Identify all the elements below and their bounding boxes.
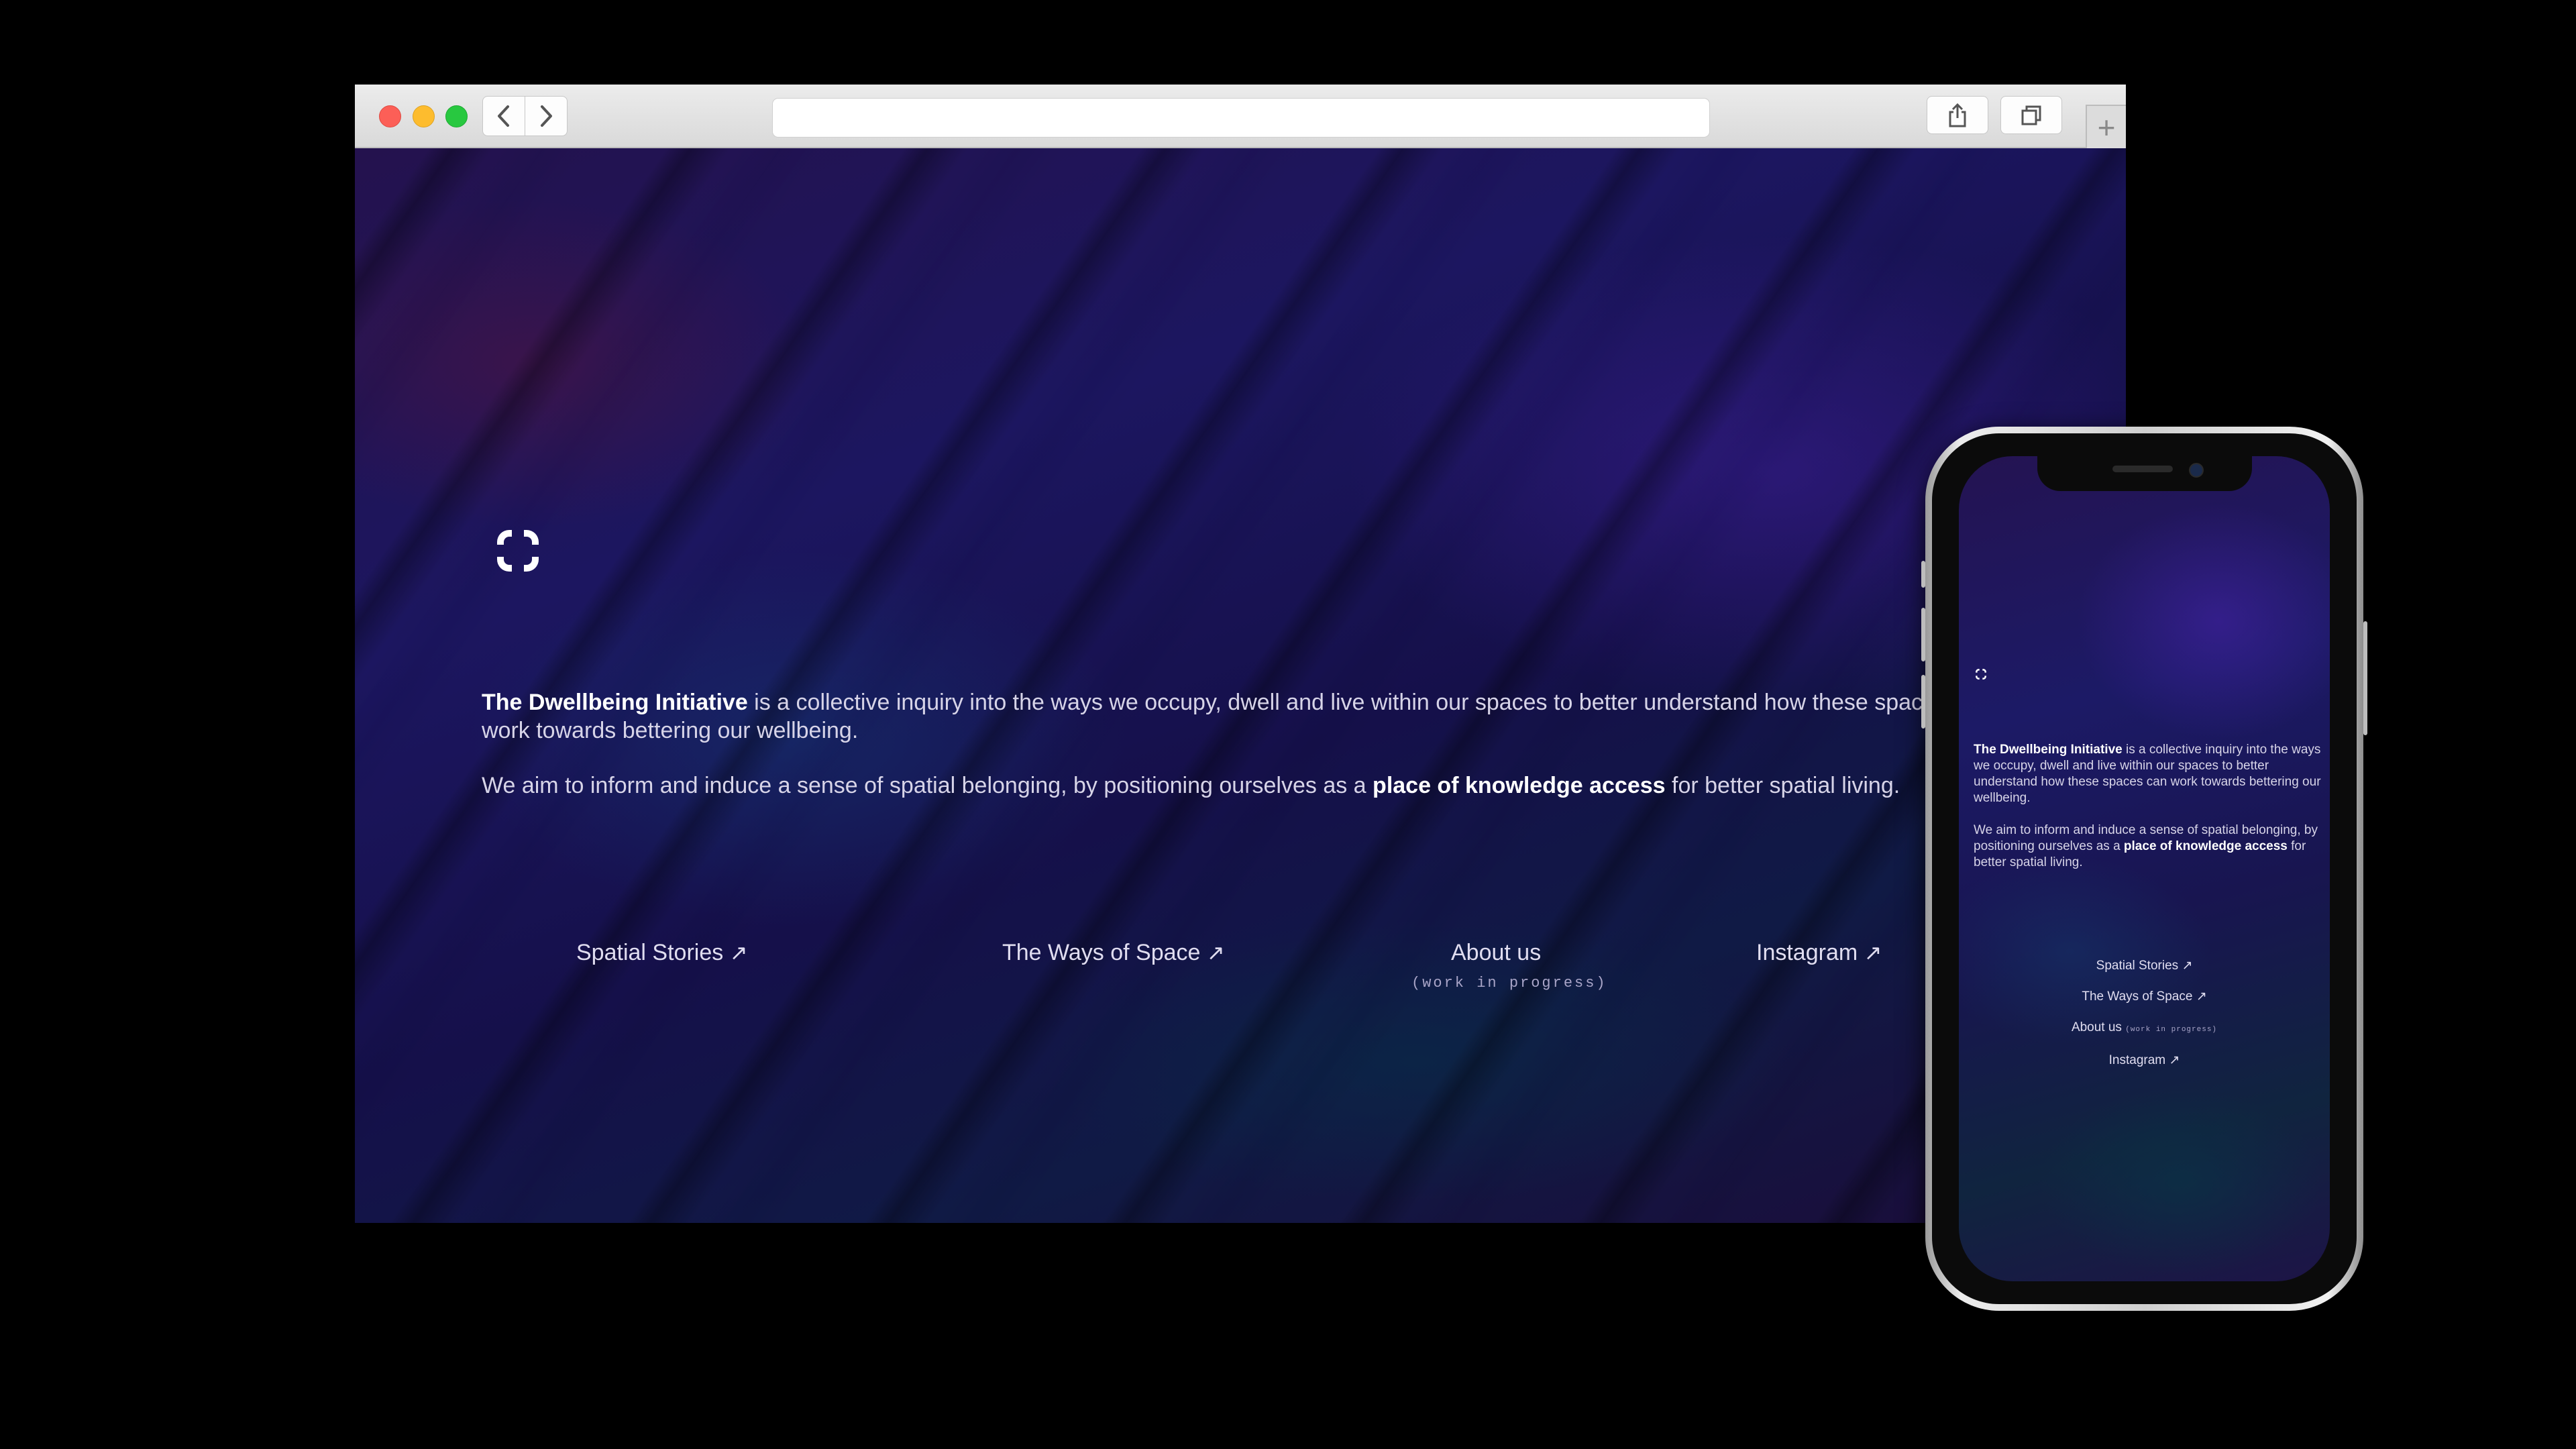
- mobile-work-in-progress-note: (work in progress): [2125, 1026, 2218, 1034]
- close-window-button[interactable]: [379, 105, 401, 127]
- intro-p2-end: for better spatial living.: [1665, 773, 1900, 798]
- phone-volume-up: [1921, 608, 1925, 661]
- intro-paragraph-1: The Dwellbeing Initiative is a collectiv…: [482, 688, 2025, 745]
- mobile-about-us-link[interactable]: About us (work in progress): [1959, 1020, 2330, 1038]
- mobile-intro-paragraph-2: We aim to inform and induce a sense of s…: [1974, 822, 2330, 871]
- external-arrow-icon: ↗: [1864, 941, 1882, 965]
- external-arrow-icon: ↗: [2169, 1053, 2180, 1067]
- phone-power-button: [2363, 621, 2367, 735]
- share-button[interactable]: [1927, 96, 1988, 134]
- phone-mockup: The Dwellbeing Initiative is a collectiv…: [1921, 427, 2367, 1311]
- forward-button[interactable]: [525, 96, 568, 136]
- chevron-right-icon: [541, 105, 552, 127]
- mobile-about-us-label: About us: [2071, 1020, 2122, 1034]
- org-name: The Dwellbeing Initiative: [482, 690, 748, 715]
- mobile-instagram-label: Instagram: [2108, 1053, 2166, 1067]
- mobile-instagram-link[interactable]: Instagram ↗: [1959, 1053, 2330, 1069]
- tabs-overview-icon: [2021, 105, 2041, 125]
- phone-volume-down: [1921, 675, 1925, 729]
- mobile-nav-links: Spatial Stories ↗ The Ways of Space ↗ Ab…: [1959, 958, 2330, 1083]
- zoom-window-button[interactable]: [445, 105, 468, 127]
- minimize-window-button[interactable]: [413, 105, 435, 127]
- four-corner-mark-icon[interactable]: [1975, 668, 1987, 680]
- knowledge-access-highlight: place of knowledge access: [1373, 773, 1666, 798]
- ways-of-space-label: The Ways of Space: [1002, 940, 1201, 965]
- phone-notch: [2037, 456, 2252, 491]
- spatial-stories-label: Spatial Stories: [576, 940, 724, 965]
- work-in-progress-note: (work in progress): [1411, 975, 1607, 991]
- browser-window: + The Dwellbeing Initiative is a collect…: [355, 85, 2126, 1223]
- phone-screen: The Dwellbeing Initiative is a collectiv…: [1959, 456, 2330, 1281]
- background-texture: [355, 148, 2126, 1223]
- nav-links: Spatial Stories ↗ The Ways of Space ↗ Ab…: [355, 940, 2126, 1020]
- address-bar[interactable]: [772, 98, 1710, 138]
- phone-bezel: The Dwellbeing Initiative is a collectiv…: [1932, 433, 2357, 1304]
- four-corner-mark-icon[interactable]: [494, 527, 541, 574]
- new-tab-button[interactable]: +: [2086, 105, 2126, 148]
- mobile-intro-text: The Dwellbeing Initiative is a collectiv…: [1974, 742, 2330, 887]
- about-us-link[interactable]: About us: [1451, 940, 1541, 966]
- share-icon: [1949, 103, 1966, 127]
- external-arrow-icon: ↗: [1206, 941, 1225, 965]
- browser-toolbar: +: [355, 85, 2126, 148]
- instagram-link[interactable]: Instagram ↗: [1756, 940, 1882, 966]
- phone-silent-switch: [1921, 561, 1925, 588]
- speaker-grille: [2112, 466, 2173, 472]
- mobile-intro-paragraph-1: The Dwellbeing Initiative is a collectiv…: [1974, 742, 2330, 806]
- instagram-label: Instagram: [1756, 940, 1858, 965]
- mobile-ways-of-space-link[interactable]: The Ways of Space ↗: [1959, 989, 2330, 1005]
- ways-of-space-link[interactable]: The Ways of Space ↗: [1002, 940, 1225, 966]
- external-arrow-icon: ↗: [729, 941, 748, 965]
- external-arrow-icon: ↗: [2196, 989, 2207, 1004]
- back-button[interactable]: [482, 96, 525, 136]
- intro-p2-start: We aim to inform and induce a sense of s…: [482, 773, 1373, 798]
- tab-overview-button[interactable]: [2000, 96, 2062, 134]
- mobile-spatial-stories-link[interactable]: Spatial Stories ↗: [1959, 958, 2330, 974]
- intro-paragraph-2: We aim to inform and induce a sense of s…: [482, 771, 2025, 800]
- about-us-label: About us: [1451, 940, 1542, 965]
- mobile-org-name: The Dwellbeing Initiative: [1974, 743, 2123, 757]
- intro-text: The Dwellbeing Initiative is a collectiv…: [482, 688, 2025, 826]
- spatial-stories-link[interactable]: Spatial Stories ↗: [576, 940, 748, 966]
- mobile-spatial-stories-label: Spatial Stories: [2096, 959, 2179, 973]
- front-camera: [2188, 463, 2204, 478]
- plus-icon: +: [2097, 109, 2116, 145]
- web-page: The Dwellbeing Initiative is a collectiv…: [355, 148, 2126, 1223]
- mobile-knowledge-access-highlight: place of knowledge access: [2123, 839, 2288, 853]
- chevron-left-icon: [498, 105, 509, 127]
- mobile-ways-of-space-label: The Ways of Space: [2082, 989, 2193, 1004]
- external-arrow-icon: ↗: [2182, 959, 2193, 973]
